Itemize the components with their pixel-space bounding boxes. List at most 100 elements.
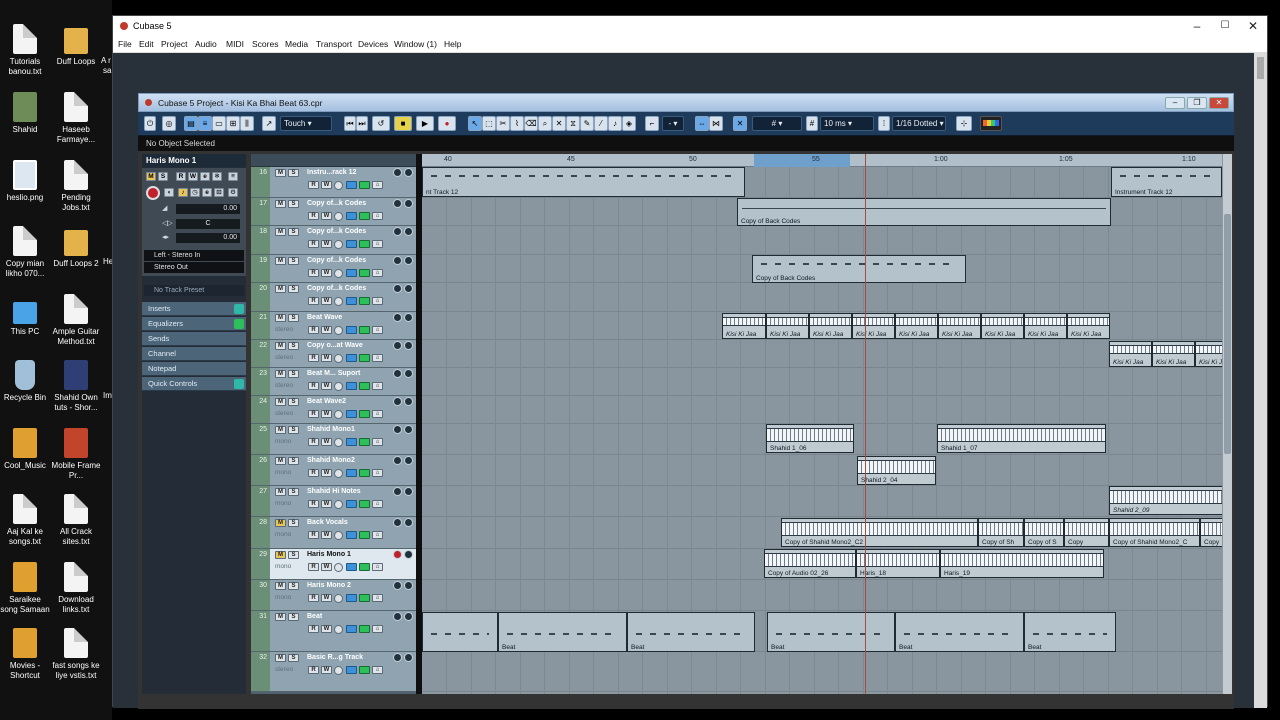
solo-button[interactable]: S <box>288 582 299 590</box>
audio-event[interactable]: Kisi Ki Jaa <box>1109 341 1152 367</box>
audio-event[interactable]: Kisi Ki Jaa <box>852 313 895 339</box>
sends-bypass-icon[interactable]: ⌂ <box>372 438 383 446</box>
track-name[interactable]: Haris Mono 1 <box>307 551 351 558</box>
monitor-icon[interactable] <box>404 168 413 177</box>
sends-bypass-icon[interactable]: ⌂ <box>372 594 383 602</box>
record-enable-icon[interactable] <box>393 581 402 590</box>
audio-event[interactable]: Haris_18 <box>856 549 940 578</box>
edit-channel-icon[interactable] <box>334 240 343 249</box>
mute-button[interactable]: M <box>275 551 286 559</box>
write-automation-button[interactable]: W <box>321 354 332 362</box>
record-enable-icon[interactable] <box>393 199 402 208</box>
solo-button[interactable]: S <box>288 257 299 265</box>
track-name[interactable]: Beat <box>307 613 322 620</box>
nudge-select[interactable]: - ▾ <box>662 116 684 131</box>
audio-event[interactable]: Kisi Ki Jaa <box>981 313 1024 339</box>
audio-event[interactable]: Copy of Shahid Mono2_C <box>1109 518 1200 547</box>
track-name[interactable]: Copy of...k Codes <box>307 200 366 207</box>
audio-event[interactable]: Shahid 2_09 <box>1109 486 1222 515</box>
desktop-icon-fast-songs[interactable]: fast songs ke liye vstis.txt <box>51 628 101 681</box>
inspector-read-button[interactable]: R <box>176 172 186 181</box>
solo-button[interactable]: S <box>288 200 299 208</box>
sends-bypass-icon[interactable]: ⌂ <box>372 410 383 418</box>
track-name[interactable]: Copy of...k Codes <box>307 257 366 264</box>
play-tool[interactable]: ♪ <box>608 116 622 131</box>
desktop-icon-pending-jobs[interactable]: Pending Jobs.txt <box>51 160 101 213</box>
menu-midi[interactable]: MIDI <box>226 39 244 49</box>
track-row[interactable]: 26 M S Shahid Mono2 mono R W ⌂ <box>251 455 416 486</box>
scrollbar-thumb[interactable] <box>1224 214 1231 454</box>
edit-channel-icon[interactable] <box>334 438 343 447</box>
inspector-inserts[interactable]: Inserts <box>142 302 246 316</box>
solo-button[interactable]: S <box>288 342 299 350</box>
edit-channel-icon[interactable] <box>334 625 343 634</box>
insert-bypass-icon[interactable] <box>346 240 357 248</box>
mute-button[interactable]: M <box>275 426 286 434</box>
close-button[interactable]: ✕ <box>1239 16 1267 36</box>
mute-button[interactable]: M <box>275 457 286 465</box>
mute-button[interactable]: M <box>275 398 286 406</box>
audio-event[interactable]: Kisi Ki Jaa <box>895 313 938 339</box>
eraser-tool[interactable]: ⌫ <box>524 116 538 131</box>
show-pool-button[interactable]: ⊞ <box>226 116 240 131</box>
line-tool[interactable]: ⁄ <box>594 116 608 131</box>
track-name[interactable]: Basic R...g Track <box>307 654 363 661</box>
autoscroll-button[interactable]: ⇔ <box>695 116 709 131</box>
eq-bypass-icon[interactable] <box>359 666 370 674</box>
zoom-tool[interactable]: ⌕ <box>538 116 552 131</box>
track-name[interactable]: Copy o...at Wave <box>307 342 363 349</box>
track-row[interactable]: 28 M S Back Vocals mono R W ⌂ <box>251 517 416 549</box>
track-lane[interactable] <box>422 340 1222 368</box>
snap-type-select[interactable]: # ▾ <box>752 116 802 131</box>
insert-bypass-icon[interactable] <box>346 326 357 334</box>
monitor-icon[interactable] <box>404 397 413 406</box>
menu-transport[interactable]: Transport <box>316 39 352 49</box>
monitor-icon[interactable] <box>404 612 413 621</box>
mute-button[interactable]: M <box>275 169 286 177</box>
read-automation-button[interactable]: R <box>308 438 319 446</box>
audio-event[interactable]: Kisi Ki Jaa <box>722 313 766 339</box>
inspector-quick-controls[interactable]: Quick Controls <box>142 377 246 391</box>
audio-event[interactable]: Haris_19 <box>940 549 1104 578</box>
read-automation-button[interactable]: R <box>308 297 319 305</box>
insert-bypass-icon[interactable] <box>346 269 357 277</box>
read-automation-button[interactable]: R <box>308 181 319 189</box>
edit-channel-icon[interactable] <box>334 382 343 391</box>
show-inspector-button[interactable]: ▤ <box>184 116 198 131</box>
audio-event[interactable]: Kisi Ki Jaa <box>1067 313 1110 339</box>
monitor-button[interactable]: ◖ <box>164 188 174 197</box>
track-lane[interactable] <box>422 652 1222 692</box>
audio-event[interactable]: Shahid 1_07 <box>937 424 1106 453</box>
track-row[interactable]: 17 M S Copy of...k Codes R W ⌂ <box>251 198 416 226</box>
insert-bypass-icon[interactable] <box>346 594 357 602</box>
solo-button[interactable]: S <box>288 457 299 465</box>
desktop-icon-duff-loops-2[interactable]: Duff Loops 2 <box>51 226 101 269</box>
menu-devices[interactable]: Devices <box>358 39 388 49</box>
insert-bypass-icon[interactable] <box>346 181 357 189</box>
read-automation-button[interactable]: R <box>308 410 319 418</box>
inspector-write-button[interactable]: W <box>188 172 198 181</box>
solo-button[interactable]: S <box>288 398 299 406</box>
audio-event[interactable]: Copy <box>1064 518 1109 547</box>
ruler[interactable]: 40 45 50 55 1:00 1:05 1:10 <box>422 154 1222 167</box>
go-to-start-icon[interactable]: ⏮ <box>344 116 356 131</box>
inspector-freeze-button[interactable]: ❄ <box>212 172 222 181</box>
mute-button[interactable]: M <box>275 342 286 350</box>
write-automation-button[interactable]: W <box>321 382 332 390</box>
beat-part[interactable]: Beat <box>895 612 1024 652</box>
monitor-icon[interactable] <box>404 456 413 465</box>
cycle-button[interactable]: ↺ <box>372 116 390 131</box>
desktop-icon-haseeb[interactable]: Haseeb Farmaye... <box>51 92 101 145</box>
desktop-icon-this-pc[interactable]: This PC <box>0 294 50 337</box>
monitor-icon[interactable] <box>404 284 413 293</box>
record-button[interactable]: ● <box>438 116 456 131</box>
track-lane[interactable] <box>422 396 1222 424</box>
write-automation-button[interactable]: W <box>321 326 332 334</box>
edit-channel-icon[interactable] <box>334 594 343 603</box>
object-selection-tool[interactable]: ↖ <box>468 116 482 131</box>
track-name[interactable]: Copy of...k Codes <box>307 285 366 292</box>
eq-bypass-icon[interactable] <box>359 240 370 248</box>
record-enable-icon[interactable] <box>393 487 402 496</box>
read-automation-button[interactable]: R <box>308 563 319 571</box>
insert-bypass-icon[interactable] <box>346 531 357 539</box>
